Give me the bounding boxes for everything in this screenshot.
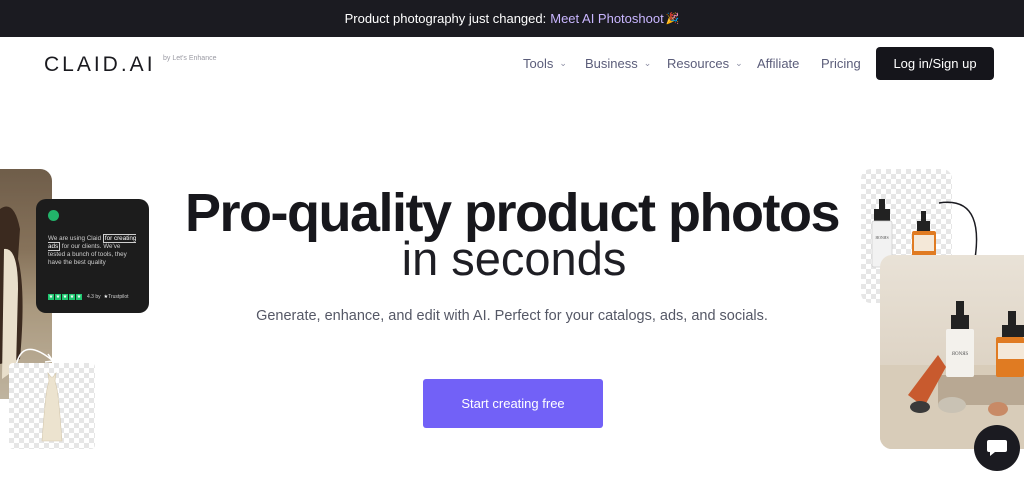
cutout-dress-image — [9, 363, 95, 449]
logo-subtitle: by Let's Enhance — [163, 55, 217, 62]
product-photo: ЯОNЯS — [880, 255, 1024, 449]
nav-item-resources[interactable]: Resources ⌄ — [667, 56, 743, 71]
party-icon: 🎉 — [665, 13, 680, 25]
star-icon: ★ — [69, 294, 75, 300]
star-icon: ★ — [55, 294, 61, 300]
platform-name: Trustpilot — [108, 294, 129, 300]
login-signup-button[interactable]: Log in/Sign up — [876, 47, 994, 80]
nav-item-tools[interactable]: Tools ⌄ — [523, 56, 567, 71]
nav-item-label: Business — [585, 56, 638, 71]
nav-item-pricing[interactable]: Pricing — [821, 56, 861, 71]
nav-item-label: Resources — [667, 56, 730, 71]
main-nav: CLAID.AI by Let's Enhance Tools ⌄ Busine… — [0, 37, 1024, 91]
announcement-link[interactable]: Meet AI Photoshoot — [550, 11, 663, 26]
start-creating-button[interactable]: Start creating free — [423, 379, 603, 428]
dress-image — [41, 371, 63, 442]
nav-item-label: Tools — [523, 56, 554, 71]
chat-bubble-icon — [987, 440, 1007, 456]
chevron-down-icon: ⌄ — [559, 58, 567, 68]
rating-stars: ★ ★ ★ ★ ★ 4.3 by ★ Trustpilot — [48, 293, 129, 301]
chevron-down-icon: ⌄ — [643, 58, 652, 68]
nav-item-label: Pricing — [821, 56, 861, 71]
nav-item-business[interactable]: Business ⌄ — [585, 56, 651, 71]
chevron-down-icon: ⌄ — [735, 58, 743, 68]
logo[interactable]: CLAID.AI — [44, 53, 156, 77]
nav-item-affiliate[interactable]: Affiliate — [757, 56, 799, 71]
bottle-label: ЯОNЯS — [952, 352, 969, 357]
star-icon: ★ — [76, 294, 82, 300]
star-icon: ★ — [48, 294, 54, 300]
nav-item-label: Affiliate — [757, 56, 800, 71]
announcement-text: Product photography just changed: — [344, 11, 547, 26]
hero-subtitle: Generate, enhance, and edit with AI. Per… — [256, 308, 768, 324]
rating-value: 4.3 by — [87, 294, 101, 300]
announcement-bar: Product photography just changed: Meet A… — [0, 0, 1024, 37]
star-icon: ★ — [62, 294, 68, 300]
bottle-label: ЯОNЯS — [875, 235, 888, 240]
chat-button[interactable] — [974, 425, 1020, 471]
